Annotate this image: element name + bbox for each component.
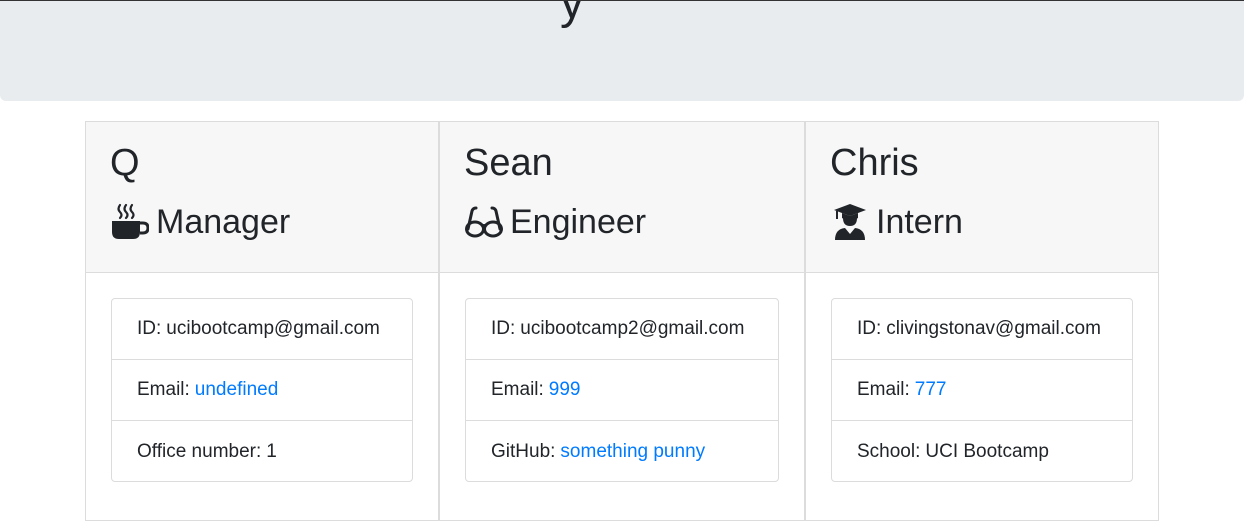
employee-role: Engineer <box>464 199 646 245</box>
office-value: 1 <box>266 440 277 462</box>
github-link[interactable]: something punny <box>560 441 705 463</box>
employee-details-list: ID: clivingstonav@gmail.com Email: 777 S… <box>831 298 1133 482</box>
graduate-icon <box>830 202 870 242</box>
employee-role: Manager <box>110 199 290 245</box>
list-item-email: Email: undefined <box>112 360 412 421</box>
coffee-mug-icon <box>110 202 150 242</box>
school-value: UCI Bootcamp <box>925 440 1049 462</box>
email-link[interactable]: 999 <box>549 379 581 401</box>
id-value: clivingstonav@gmail.com <box>886 318 1101 339</box>
list-item-id: ID: clivingstonav@gmail.com <box>832 299 1132 360</box>
list-item-id: ID: ucibootcamp2@gmail.com <box>466 299 778 360</box>
card-header: Q Manager <box>86 122 438 273</box>
card-header: Chris Intern <box>806 122 1158 273</box>
school-label: School: <box>857 440 921 462</box>
employee-role: Intern <box>830 199 963 245</box>
list-item-school: School: UCI Bootcamp <box>832 421 1132 481</box>
role-label: Engineer <box>510 203 647 241</box>
office-label: Office number: <box>137 440 262 462</box>
employee-details-list: ID: ucibootcamp2@gmail.com Email: 999 Gi… <box>465 298 779 482</box>
list-item-email: Email: 999 <box>466 360 778 421</box>
id-label: ID: <box>857 318 882 339</box>
email-label: Email: <box>857 379 910 400</box>
role-label: Intern <box>876 203 963 241</box>
github-label: GitHub: <box>491 440 556 462</box>
employee-card-intern: Chris Intern ID: clivingstonav@gmail.com… <box>805 121 1159 521</box>
list-item-id: ID: ucibootcamp@gmail.com <box>112 299 412 360</box>
role-label: Manager <box>156 203 291 241</box>
employee-card-engineer: Sean Engineer ID: ucibootcamp2@gmail.com… <box>439 121 805 521</box>
email-link[interactable]: undefined <box>195 379 278 401</box>
card-header: Sean Engineer <box>440 122 804 273</box>
list-item-email: Email: 777 <box>832 360 1132 421</box>
employee-name: Chris <box>830 142 919 184</box>
employee-name: Q <box>110 142 140 184</box>
employee-card-manager: Q Manager ID: ucibootcamp@gmail.com Emai… <box>85 121 439 521</box>
id-value: ucibootcamp2@gmail.com <box>520 318 745 339</box>
email-label: Email: <box>491 379 544 400</box>
id-label: ID: <box>137 318 162 339</box>
id-label: ID: <box>491 318 516 339</box>
glasses-icon <box>464 202 504 242</box>
employee-name: Sean <box>464 142 553 184</box>
employee-details-list: ID: ucibootcamp@gmail.com Email: undefin… <box>111 298 413 482</box>
page-header-jumbotron: y <box>0 0 1244 101</box>
email-label: Email: <box>137 379 190 400</box>
id-value: ucibootcamp@gmail.com <box>166 318 380 339</box>
email-link[interactable]: 777 <box>915 379 947 401</box>
list-item-github: GitHub: something punny <box>466 421 778 481</box>
list-item-office: Office number: 1 <box>112 421 412 481</box>
page-title-partial: y <box>560 0 584 29</box>
